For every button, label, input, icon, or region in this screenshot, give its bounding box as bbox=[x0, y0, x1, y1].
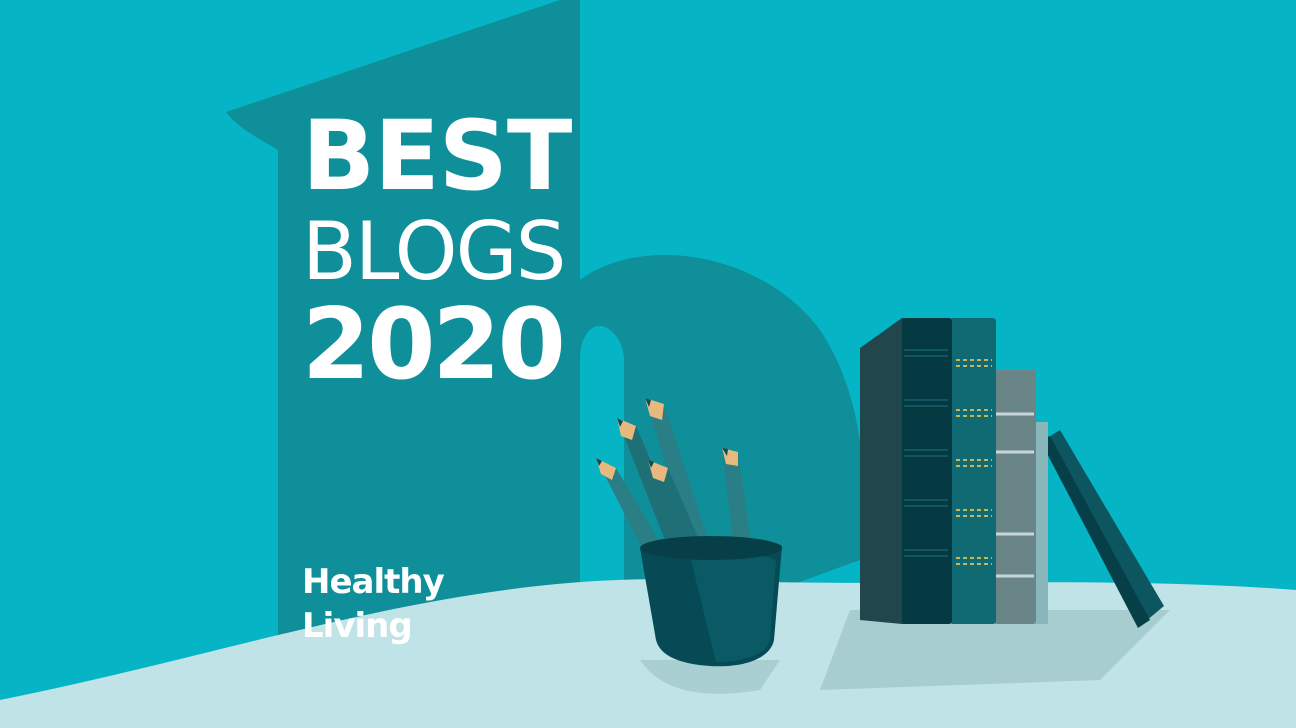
banner-illustration bbox=[0, 0, 1296, 728]
banner: BEST BLOGS 2020 Healthy Living bbox=[0, 0, 1296, 728]
cup-rim bbox=[640, 536, 782, 560]
title-line-best: BEST bbox=[302, 100, 572, 212]
thin-book bbox=[1034, 422, 1048, 624]
title-line-year: 2020 bbox=[302, 288, 566, 402]
category-label: Healthy Living bbox=[302, 560, 445, 648]
dark-book bbox=[900, 318, 952, 624]
category-line-1: Healthy bbox=[302, 562, 445, 602]
dark-book-cover bbox=[860, 318, 902, 624]
category-line-2: Living bbox=[302, 606, 413, 646]
grey-book bbox=[994, 370, 1036, 624]
teal-book bbox=[950, 318, 996, 624]
title-line-blogs: BLOGS bbox=[302, 205, 566, 298]
